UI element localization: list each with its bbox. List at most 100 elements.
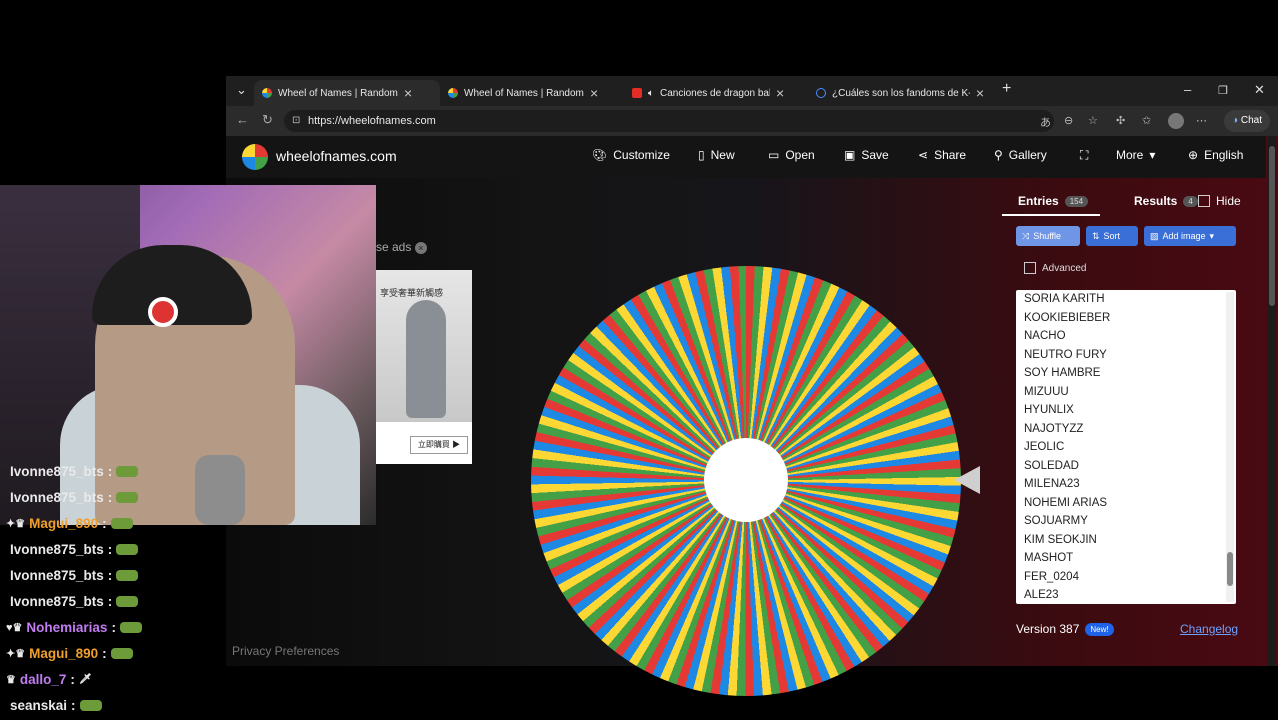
favorite-star-icon[interactable]: ☆ xyxy=(1088,114,1098,127)
tab-wheel-of-names[interactable]: Wheel of Names | Random name p × xyxy=(440,80,624,106)
tab-wheel-of-names-active[interactable]: Wheel of Names | Random name p × xyxy=(254,80,440,106)
entries-textarea[interactable]: SORIA KARITH KOOKIEBIEBER NACHO NEUTRO F… xyxy=(1016,290,1236,604)
wheel-center-hub[interactable] xyxy=(704,438,788,522)
sort-button[interactable]: ⇅ Sort xyxy=(1086,226,1138,246)
advanced-label: Advanced xyxy=(1042,262,1087,274)
close-circle-icon[interactable]: × xyxy=(414,242,427,254)
gallery-label: Gallery xyxy=(1008,148,1047,162)
list-item: NOHEMI ARIAS xyxy=(1024,496,1108,509)
wheel-logo-icon[interactable] xyxy=(242,144,268,170)
add-image-button[interactable]: ▨ Add image ▾ xyxy=(1144,226,1236,246)
tab-dragon-ball-songs[interactable]: 🔈︎ Canciones de dragon ball z pe × xyxy=(624,80,808,106)
chat-label: Chat xyxy=(1240,115,1262,126)
list-item: SORIA KARITH xyxy=(1024,293,1105,305)
fullscreen-button[interactable]: ⛶ xyxy=(1080,148,1088,163)
chat-username: Magui_890 xyxy=(29,646,99,661)
advertisement[interactable]: 享受奢華新觸感 立即購買 ▶ xyxy=(376,270,472,464)
more-button[interactable]: More ▾ xyxy=(1116,148,1155,162)
open-label: Open xyxy=(785,148,815,162)
ad-buy-button[interactable]: 立即購買 ▶ xyxy=(410,436,468,454)
hide-toggle[interactable]: Hide xyxy=(1198,194,1241,208)
list-item: SOLEDAD xyxy=(1024,459,1079,472)
chat-username: Nohemiarias xyxy=(26,620,108,635)
url-text: https://wheelofnames.com xyxy=(308,115,436,127)
close-tab-icon[interactable]: × xyxy=(976,85,984,101)
entries-scrollbar[interactable] xyxy=(1226,292,1234,602)
language-button[interactable]: ⊕ English xyxy=(1188,148,1243,162)
search-icon: ⚲ xyxy=(994,148,1003,162)
chat-message: Ivonne875_bts: xyxy=(6,490,139,505)
list-item: MIZUUU xyxy=(1024,385,1069,398)
image-icon: ▨ xyxy=(1150,231,1159,241)
share-button[interactable]: ⋖ Share xyxy=(918,148,966,162)
chat-message: Ivonne875_bts: xyxy=(6,568,139,583)
emote-icon xyxy=(116,466,139,477)
privacy-preferences-link[interactable]: Privacy Preferences xyxy=(232,644,339,658)
emote-icon xyxy=(116,570,139,581)
site-info-icon[interactable]: ⊡ xyxy=(292,110,300,132)
save-button[interactable]: ▣ Save xyxy=(844,148,889,162)
translate-icon[interactable]: あ xyxy=(1040,114,1051,130)
customize-button[interactable]: 🎨︎ Customize xyxy=(592,148,670,162)
back-icon[interactable]: ← xyxy=(236,112,249,127)
save-icon: ▣ xyxy=(844,148,856,162)
active-tab-indicator xyxy=(1002,214,1100,216)
favorites-icon[interactable]: ✩ xyxy=(1142,114,1151,127)
file-icon: ▯ xyxy=(698,148,705,162)
close-tab-icon[interactable]: × xyxy=(776,85,784,101)
profile-avatar[interactable] xyxy=(1168,113,1184,129)
tab-results[interactable]: Results 4 xyxy=(1134,194,1198,208)
youtube-favicon-icon xyxy=(632,88,642,98)
list-item: HYUNLIX xyxy=(1024,404,1074,416)
scrollbar-thumb[interactable] xyxy=(1269,146,1275,306)
tab-list-icon[interactable]: ⌄ xyxy=(236,82,247,98)
chat-username: Magui_890 xyxy=(29,516,99,531)
advanced-toggle[interactable]: Advanced xyxy=(1024,262,1086,274)
list-item: KIM SEOKJIN xyxy=(1024,533,1097,546)
changelog-link[interactable]: Changelog xyxy=(1180,622,1238,636)
site-name[interactable]: wheelofnames.com xyxy=(276,148,397,164)
sort-label: Sort xyxy=(1103,231,1121,241)
restore-icon[interactable]: ❐ xyxy=(1218,84,1228,97)
new-tab-icon[interactable]: + xyxy=(1002,80,1011,98)
copilot-chat-button[interactable]: ◑ Chat xyxy=(1224,110,1270,132)
close-tab-icon[interactable]: × xyxy=(404,85,412,101)
refresh-icon[interactable]: ↻ xyxy=(262,112,273,128)
tab-entries[interactable]: Entries 154 xyxy=(1018,194,1089,208)
emote-icon xyxy=(79,700,102,711)
emote-icon xyxy=(116,596,139,607)
url-input[interactable]: ⊡ https://wheelofnames.com xyxy=(284,110,1054,132)
list-item: NAJOTYZZ xyxy=(1024,422,1084,435)
extensions-icon[interactable]: ✣ xyxy=(1116,114,1125,127)
minimize-icon[interactable]: – xyxy=(1184,82,1191,97)
stream-chat-overlay: Ivonne875_bts: Ivonne875_bts: ✦♛ Magui_89… xyxy=(0,460,240,720)
cap-logo xyxy=(148,297,178,327)
save-label: Save xyxy=(861,148,889,162)
speaker-icon[interactable]: 🔈︎ xyxy=(648,88,654,99)
sword-emote-icon: 🗡︎ xyxy=(78,674,92,685)
gallery-button[interactable]: ⚲ Gallery xyxy=(994,148,1047,162)
scrollbar-thumb[interactable] xyxy=(1227,552,1233,586)
chat-badges: ♥♛ xyxy=(6,622,23,634)
hide-checkbox[interactable] xyxy=(1198,195,1210,207)
wheel-of-names-page: wheelofnames.com 🎨︎ Customize ▯ New ▭ Open … xyxy=(226,136,1278,696)
block-icon[interactable]: ⊖ xyxy=(1064,114,1073,127)
fullscreen-icon: ⛶ xyxy=(1080,148,1089,162)
entries-count-badge: 154 xyxy=(1064,195,1089,207)
close-ads-link[interactable]: se ads × xyxy=(376,240,427,254)
language-label: English xyxy=(1204,148,1244,162)
close-window-icon[interactable]: ✕ xyxy=(1254,82,1265,98)
advanced-checkbox[interactable] xyxy=(1024,262,1036,274)
shuffle-icon: ⤨ xyxy=(1022,231,1030,241)
open-button[interactable]: ▭ Open xyxy=(768,148,815,162)
more-menu-icon[interactable]: ⋯ xyxy=(1196,114,1207,127)
shuffle-button[interactable]: ⤨ Shuffle xyxy=(1016,226,1080,246)
new-button[interactable]: ▯ New xyxy=(698,148,735,162)
list-item: ALE23 xyxy=(1024,589,1059,601)
list-item: NACHO xyxy=(1024,330,1066,342)
page-scrollbar[interactable] xyxy=(1268,136,1276,666)
chat-username: Ivonne875_bts xyxy=(10,542,104,557)
list-item: MASHOT xyxy=(1024,552,1074,564)
close-tab-icon[interactable]: × xyxy=(590,85,598,101)
tab-kpop-fandoms[interactable]: ¿Cuáles son los fandoms de K-Pop × xyxy=(808,80,992,106)
